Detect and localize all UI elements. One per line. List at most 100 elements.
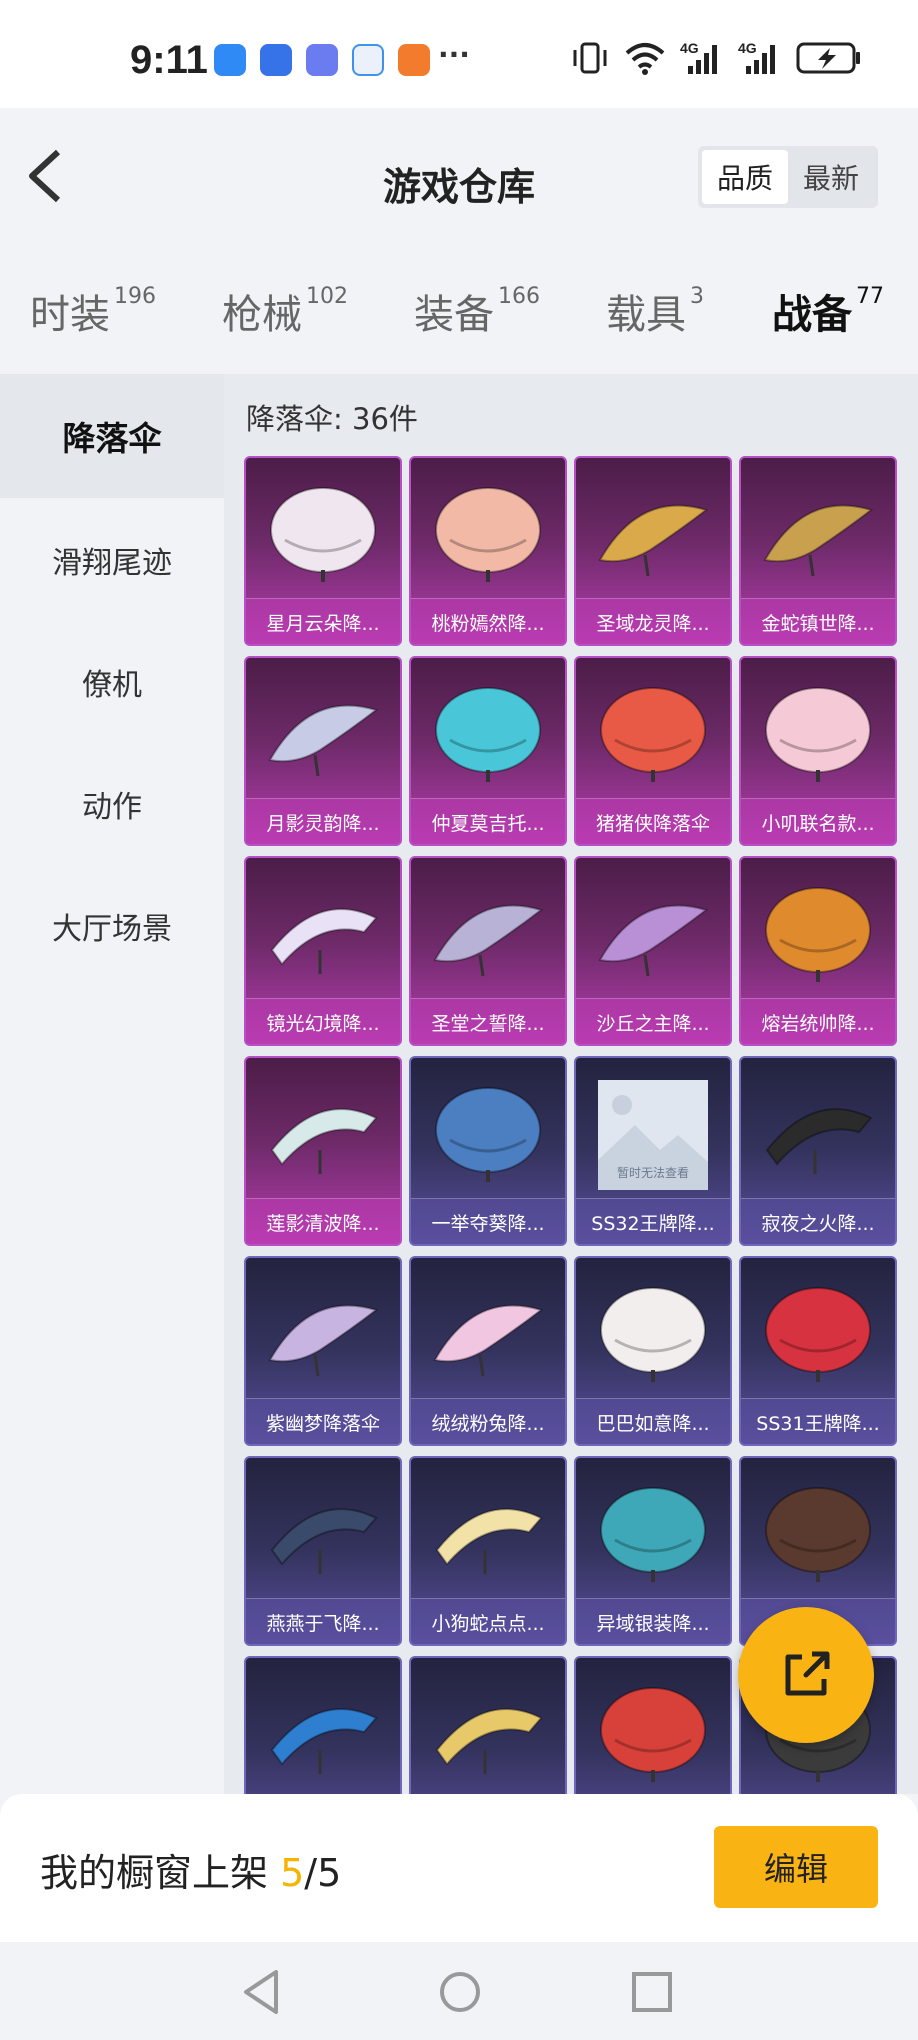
- tab-label: 载具: [606, 292, 686, 338]
- parachute-item-card[interactable]: 燕燕于飞降...: [244, 1456, 402, 1646]
- parachute-item-card[interactable]: 圣域龙灵降...: [574, 456, 732, 646]
- tab-label: 战备: [772, 292, 852, 338]
- parachute-item-card[interactable]: 月影灵韵降...: [244, 656, 402, 846]
- wifi-icon: [625, 43, 665, 75]
- parachute-item-card[interactable]: 镜光幻境降...: [244, 856, 402, 1046]
- parachute-item-card[interactable]: 巴巴如意降...: [574, 1256, 732, 1446]
- item-name: 巴巴如意降...: [576, 1398, 730, 1444]
- parachute-icon: [435, 487, 541, 582]
- tab-count: 102: [306, 284, 348, 309]
- notification-icons: [214, 44, 430, 76]
- parachute-item-card[interactable]: 异域银装降...: [574, 1456, 732, 1646]
- sidebar-item-glide-trail[interactable]: 滑翔尾迹: [0, 498, 224, 622]
- sidebar-item-parachute[interactable]: 降落伞: [0, 374, 224, 498]
- parachute-icon: [268, 1304, 379, 1377]
- parachute-item-card[interactable]: 猪猪侠降落伞: [574, 656, 732, 846]
- parachute-icon: [765, 1287, 871, 1382]
- category-tabs: 时装 196 枪械 102 装备 166 载具 3 战备 77: [0, 248, 918, 385]
- parachute-item-card[interactable]: [244, 1656, 402, 1794]
- tab-vehicles[interactable]: 载具 3: [606, 282, 704, 340]
- parachute-item-card[interactable]: 沙丘之主降...: [574, 856, 732, 1046]
- parachute-item-card[interactable]: 仲夏莫吉托...: [409, 656, 567, 846]
- item-name: 桃粉嫣然降...: [411, 598, 565, 644]
- parachute-item-card[interactable]: 紫幽梦降落伞: [244, 1256, 402, 1446]
- item-name: 燕燕于飞降...: [246, 1598, 400, 1644]
- sidebar-item-lobby-scene[interactable]: 大厅场景: [0, 864, 224, 988]
- item-name: SS31王牌降...: [741, 1398, 895, 1444]
- parachute-icon: [433, 1304, 544, 1377]
- battery-charging-icon: [796, 42, 860, 74]
- tab-label: 时装: [30, 292, 110, 338]
- parachute-icon: [600, 1487, 706, 1582]
- parachute-icon: [435, 1087, 541, 1182]
- sidebar-item-emote[interactable]: 动作: [0, 742, 224, 866]
- nav-back-icon[interactable]: [232, 1962, 292, 2022]
- more-notifications-icon: ···: [438, 38, 470, 71]
- tab-fashion[interactable]: 时装 196: [30, 282, 156, 340]
- image-unavailable-text: 暂时无法查看: [616, 1166, 689, 1180]
- tab-count: 166: [498, 284, 540, 309]
- parachute-icon: [765, 1108, 873, 1174]
- parachute-item-card[interactable]: 绒绒粉兔降...: [409, 1256, 567, 1446]
- vibrate-icon: [573, 42, 607, 74]
- parachute-item-card[interactable]: 星月云朵降...: [244, 456, 402, 646]
- parachute-icon: [435, 1508, 543, 1574]
- cellular-signal-2-icon: 4G: [738, 40, 782, 76]
- item-name: 猪猪侠降落伞: [576, 798, 730, 844]
- parachute-item-card[interactable]: 莲影清波降...: [244, 1056, 402, 1246]
- parachute-item-card[interactable]: 小叽联名款...: [739, 656, 897, 846]
- item-name: 月影灵韵降...: [246, 798, 400, 844]
- item-name: 圣域龙灵降...: [576, 598, 730, 644]
- tab-equipment[interactable]: 装备 166: [414, 282, 540, 340]
- cloud-notification-icon: [352, 44, 384, 76]
- sort-quality-button[interactable]: 品质: [702, 150, 788, 204]
- item-name: 小叽联名款...: [741, 798, 895, 844]
- parachute-item-card[interactable]: 暂时无法查看 SS32王牌降...: [574, 1056, 732, 1246]
- showcase-bar: 我的橱窗上架 5/5 编辑: [0, 1794, 918, 1942]
- parachute-item-card[interactable]: 寂夜之火降...: [739, 1056, 897, 1246]
- item-name: 沙丘之主降...: [576, 998, 730, 1044]
- tab-label: 枪械: [222, 292, 302, 338]
- status-bar: 9:11 ··· 4G 4G: [0, 0, 918, 108]
- clock: 9:11: [130, 38, 208, 82]
- item-name: 镜光幻境降...: [246, 998, 400, 1044]
- parachute-item-card[interactable]: 圣堂之誓降...: [409, 856, 567, 1046]
- tab-guns[interactable]: 枪械 102: [222, 282, 348, 340]
- music-notification-icon: [306, 44, 338, 76]
- item-name: 异域银装降...: [576, 1598, 730, 1644]
- parachute-item-card[interactable]: 金蛇镇世降...: [739, 456, 897, 646]
- sidebar-item-wingman[interactable]: 僚机: [0, 620, 224, 744]
- system-nav-bar: [0, 1942, 918, 2040]
- tab-count: 3: [690, 284, 704, 309]
- parachute-icon: [765, 887, 871, 982]
- nav-home-icon[interactable]: [430, 1962, 490, 2022]
- sort-newest-button[interactable]: 最新: [788, 150, 874, 204]
- parachute-item-card[interactable]: [409, 1656, 567, 1794]
- parachute-icon: [270, 487, 376, 582]
- parachute-icon: [268, 704, 379, 777]
- parachute-icon: [600, 1687, 706, 1782]
- item-name: 圣堂之誓降...: [411, 998, 565, 1044]
- share-button[interactable]: [738, 1607, 874, 1743]
- status-right: 4G 4G: [570, 40, 862, 76]
- parachute-icon: [600, 1287, 706, 1382]
- parachute-item-card[interactable]: 小狗蛇点点...: [409, 1456, 567, 1646]
- edit-button[interactable]: 编辑: [714, 1826, 878, 1908]
- parachute-item-card[interactable]: 熔岩统帅降...: [739, 856, 897, 1046]
- parachute-icon: [435, 687, 541, 782]
- video-notification-icon: [398, 44, 430, 76]
- parachute-item-card[interactable]: 桃粉嫣然降...: [409, 456, 567, 646]
- parachute-icon: [270, 1708, 378, 1774]
- app-notification-icon: [214, 44, 246, 76]
- parachute-icon: [600, 687, 706, 782]
- parachute-item-card[interactable]: [574, 1656, 732, 1794]
- header: 游戏仓库 品质 最新: [0, 108, 918, 248]
- nav-recents-icon[interactable]: [622, 1962, 682, 2022]
- parachute-item-card[interactable]: 一举夺葵降...: [409, 1056, 567, 1246]
- parachute-icon: [435, 1708, 543, 1774]
- parachute-icon: [433, 904, 544, 977]
- tab-battle-gear[interactable]: 战备 77: [772, 282, 884, 385]
- showcase-status: 我的橱窗上架 5/5: [40, 1842, 341, 1897]
- parachute-item-card[interactable]: SS31王牌降...: [739, 1256, 897, 1446]
- tab-label: 装备: [414, 292, 494, 338]
